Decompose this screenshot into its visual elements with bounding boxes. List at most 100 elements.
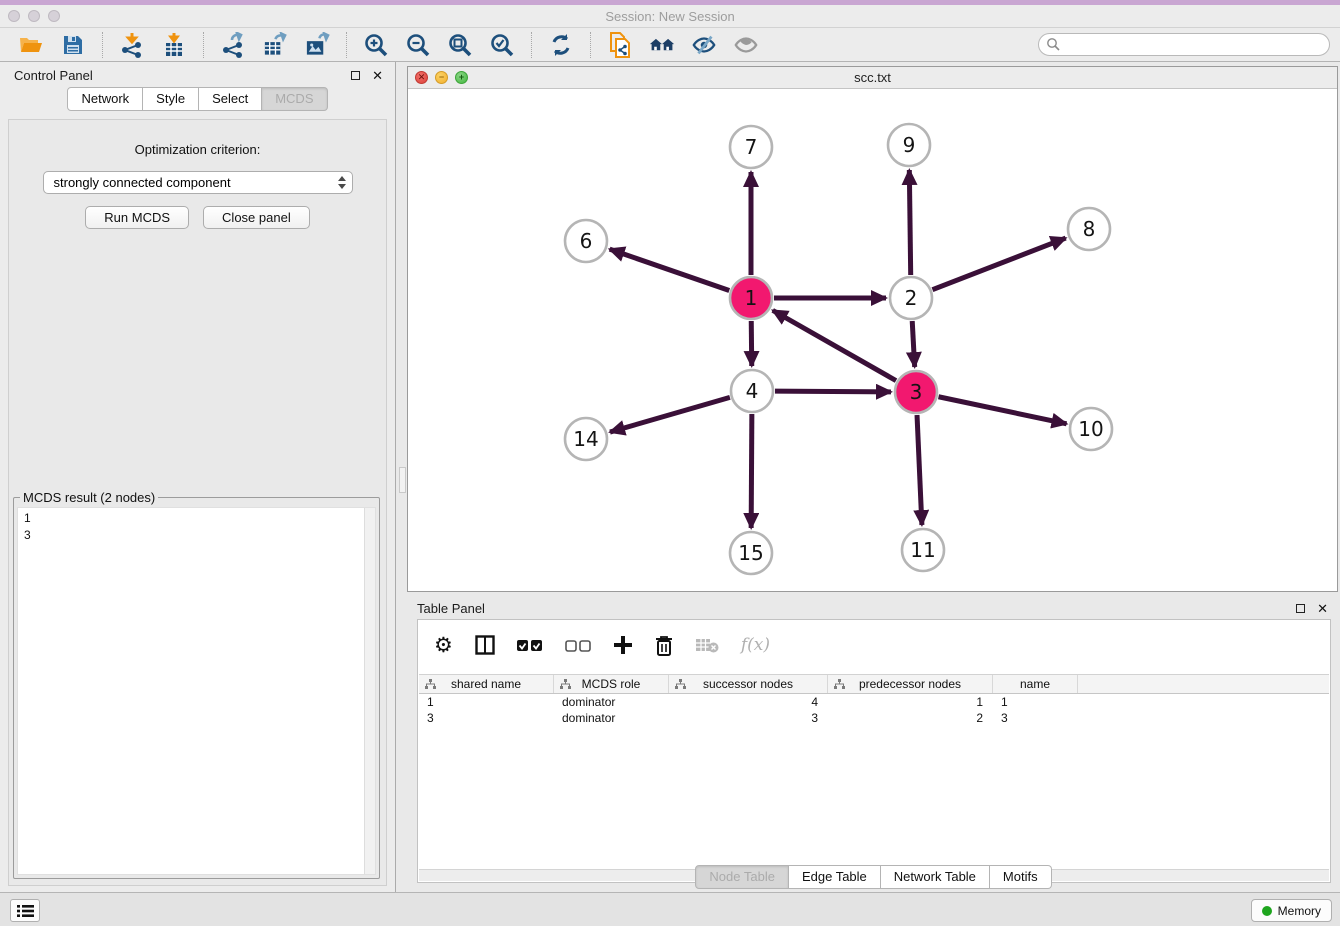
network-view-frame: ✕ − + scc.txt 7968124314101511 (407, 66, 1338, 592)
mcds-result-box[interactable]: 1 3 (17, 507, 376, 875)
settings-gear-icon[interactable]: ⚙ (434, 633, 453, 657)
clone-network-icon[interactable] (607, 32, 633, 58)
tab-edge-table[interactable]: Edge Table (789, 865, 881, 889)
column-header-MCDS-role[interactable]: MCDS role (554, 675, 669, 693)
minimize-window-button[interactable] (28, 10, 40, 22)
edge-2-9[interactable] (909, 170, 910, 275)
table-row[interactable]: 3dominator323 (419, 710, 1329, 726)
run-mcds-button[interactable]: Run MCDS (85, 206, 189, 229)
table-panel-tabs: Node TableEdge TableNetwork TableMotifs (695, 865, 1051, 889)
node-label-1: 1 (745, 286, 758, 310)
memory-button[interactable]: Memory (1251, 899, 1332, 922)
toolbar-separator (102, 32, 103, 58)
edge-3-1[interactable] (773, 310, 896, 380)
float-panel-icon[interactable] (1296, 604, 1305, 613)
toolbar-separator (203, 32, 204, 58)
table-panel-title: Table Panel (417, 601, 485, 616)
fit-content-icon[interactable] (447, 32, 473, 58)
titlebar: Session: New Session (0, 5, 1340, 28)
edge-4-3[interactable] (775, 391, 891, 392)
tab-node-table[interactable]: Node Table (695, 865, 789, 889)
workspace-area: ✕ − + scc.txt 7968124314101511 Table Pan… (397, 62, 1340, 892)
network-frame-titlebar[interactable]: ✕ − + scc.txt (408, 67, 1337, 89)
select-stepper-icon (338, 172, 346, 193)
column-label: shared name (451, 677, 521, 691)
search-field[interactable] (1038, 33, 1330, 56)
search-input[interactable] (1061, 34, 1329, 55)
eye-icon[interactable] (733, 32, 759, 58)
mcds-result-group: MCDS result (2 nodes) 1 3 (13, 490, 380, 879)
open-session-icon[interactable] (18, 32, 44, 58)
tab-motifs[interactable]: Motifs (990, 865, 1052, 889)
close-window-button[interactable] (8, 10, 20, 22)
criterion-value: strongly connected component (54, 175, 231, 190)
tab-mcds[interactable]: MCDS (262, 87, 327, 111)
float-panel-icon[interactable] (351, 71, 360, 80)
eye-slash-icon[interactable] (691, 32, 717, 58)
control-panel: Control Panel ✕ NetworkStyleSelectMCDS O… (0, 62, 396, 892)
delete-column-icon[interactable] (655, 635, 673, 656)
frame-minimize-icon[interactable]: − (435, 71, 448, 84)
task-history-button[interactable] (10, 899, 40, 922)
close-panel-button[interactable]: Close panel (203, 206, 310, 229)
select-all-checks-icon[interactable] (517, 639, 543, 652)
node-label-9: 9 (903, 133, 916, 157)
export-image-icon[interactable] (304, 32, 330, 58)
zoom-in-icon[interactable] (363, 32, 389, 58)
zoom-out-icon[interactable] (405, 32, 431, 58)
refresh-icon[interactable] (548, 32, 574, 58)
edge-3-11[interactable] (917, 415, 922, 525)
network-canvas[interactable]: 7968124314101511 (408, 89, 1337, 591)
edge-4-14[interactable] (610, 397, 730, 432)
optimization-criterion-label: Optimization criterion: (9, 142, 386, 157)
zoom-selected-icon[interactable] (489, 32, 515, 58)
status-bar: Memory (0, 892, 1340, 926)
network-graph[interactable]: 7968124314101511 (408, 89, 1337, 591)
node-label-10: 10 (1078, 417, 1103, 441)
tab-style[interactable]: Style (143, 87, 199, 111)
column-header-shared-name[interactable]: shared name (419, 675, 554, 693)
houses-icon[interactable] (649, 32, 675, 58)
cell: 3 (993, 710, 1078, 726)
column-header-name[interactable]: name (993, 675, 1078, 693)
save-session-icon[interactable] (60, 32, 86, 58)
memory-status-icon (1262, 906, 1272, 916)
edge-2-3[interactable] (912, 321, 914, 367)
frame-close-icon[interactable]: ✕ (415, 71, 428, 84)
table-row[interactable]: 1dominator411 (419, 694, 1329, 710)
close-panel-icon[interactable]: ✕ (1317, 602, 1328, 615)
column-header-predecessor-nodes[interactable]: predecessor nodes (828, 675, 993, 693)
mcds-panel: Optimization criterion: strongly connect… (8, 119, 387, 886)
edge-3-10[interactable] (939, 397, 1067, 424)
import-network-icon[interactable] (119, 32, 145, 58)
delete-table-icon[interactable] (695, 637, 719, 653)
edge-2-8[interactable] (932, 238, 1065, 290)
node-label-3: 3 (910, 380, 923, 404)
export-network-icon[interactable] (220, 32, 246, 58)
tab-network[interactable]: Network (67, 87, 143, 111)
edge-1-6[interactable] (610, 249, 730, 290)
column-header-successor-nodes[interactable]: successor nodes (669, 675, 828, 693)
export-table-icon[interactable] (262, 32, 288, 58)
split-divider-grip[interactable] (399, 467, 406, 493)
column-tree-icon (675, 679, 686, 693)
table-panel-header: Table Panel ✕ (407, 595, 1340, 620)
import-table-icon[interactable] (161, 32, 187, 58)
node-label-2: 2 (905, 286, 918, 310)
column-label: MCDS role (582, 677, 641, 691)
clear-all-checks-icon[interactable] (565, 639, 591, 652)
frame-maximize-icon[interactable]: + (455, 71, 468, 84)
add-column-icon[interactable] (613, 635, 633, 655)
table-header-row: shared name MCDS role successor nodesprede… (419, 674, 1329, 694)
edge-4-15[interactable] (751, 414, 752, 528)
criterion-select[interactable]: strongly connected component (43, 171, 353, 194)
zoom-window-button[interactable] (48, 10, 60, 22)
close-panel-icon[interactable]: ✕ (372, 69, 383, 82)
tab-network-table[interactable]: Network Table (881, 865, 990, 889)
application-window: Session: New Session (0, 0, 1340, 926)
column-layout-icon[interactable] (475, 635, 495, 655)
column-tree-icon (560, 679, 571, 693)
control-panel-header: Control Panel ✕ (0, 62, 395, 87)
tab-select[interactable]: Select (199, 87, 262, 111)
result-scrollbar[interactable] (364, 508, 375, 874)
